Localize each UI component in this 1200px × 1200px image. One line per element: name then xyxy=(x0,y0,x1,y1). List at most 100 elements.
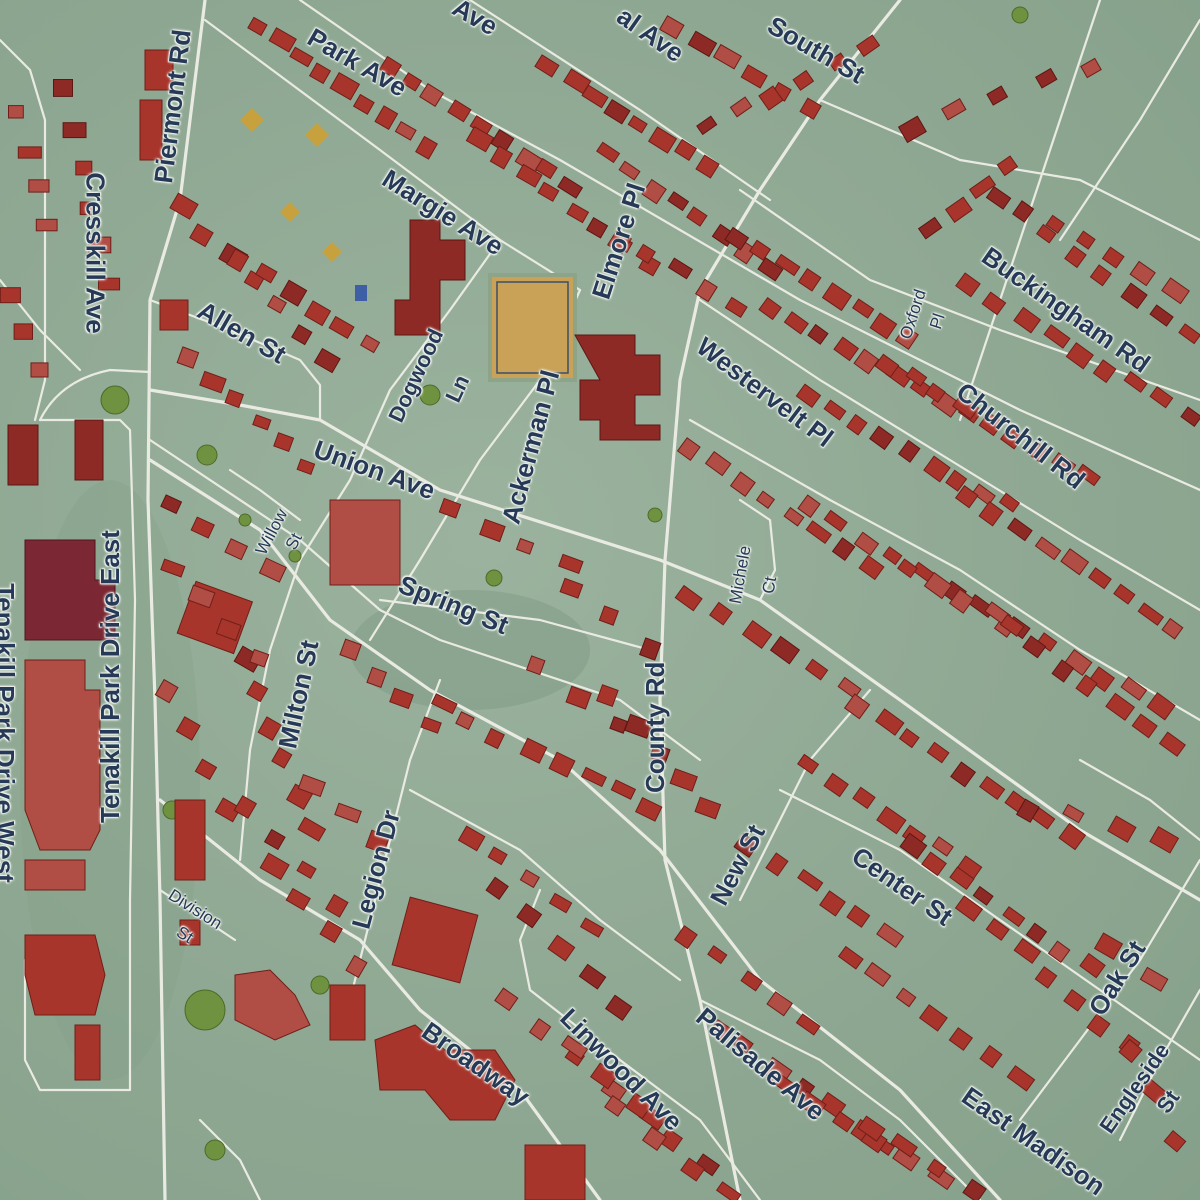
house[interactable] xyxy=(557,175,584,199)
house[interactable] xyxy=(558,553,584,574)
house[interactable] xyxy=(986,85,1009,106)
road[interactable] xyxy=(1058,18,1200,242)
house[interactable] xyxy=(268,27,297,53)
house[interactable] xyxy=(897,115,927,144)
house[interactable] xyxy=(918,1004,948,1032)
house[interactable] xyxy=(581,84,609,109)
house[interactable] xyxy=(1013,306,1042,334)
house[interactable] xyxy=(1163,1130,1187,1153)
house[interactable] xyxy=(1158,731,1186,757)
house[interactable] xyxy=(360,334,381,354)
house[interactable] xyxy=(876,805,907,835)
house[interactable] xyxy=(696,115,718,136)
house[interactable] xyxy=(823,399,847,421)
house[interactable] xyxy=(1129,260,1156,287)
house[interactable] xyxy=(1113,583,1136,605)
house[interactable] xyxy=(515,537,535,555)
house[interactable] xyxy=(709,601,733,626)
house[interactable] xyxy=(948,1027,974,1051)
house[interactable] xyxy=(729,96,753,118)
house[interactable] xyxy=(869,312,898,340)
house[interactable] xyxy=(712,43,743,70)
house[interactable] xyxy=(1047,940,1071,964)
house[interactable] xyxy=(1075,230,1096,250)
building[interactable] xyxy=(24,934,106,1016)
house[interactable] xyxy=(537,181,560,202)
house[interactable] xyxy=(1161,277,1190,305)
house[interactable] xyxy=(797,753,820,775)
house[interactable] xyxy=(821,282,853,312)
road[interactable] xyxy=(38,368,152,422)
house[interactable] xyxy=(559,577,584,599)
house[interactable] xyxy=(695,154,720,179)
house[interactable] xyxy=(394,121,417,141)
house[interactable] xyxy=(291,324,313,346)
house[interactable] xyxy=(978,500,1004,527)
house[interactable] xyxy=(707,945,728,965)
house[interactable] xyxy=(313,347,341,374)
house[interactable] xyxy=(578,963,607,990)
map-canvas[interactable]: Park Ave Ave al Ave South St Piermont Rd… xyxy=(0,0,1200,1200)
house[interactable] xyxy=(485,876,509,900)
road[interactable] xyxy=(1078,758,1200,842)
house[interactable] xyxy=(851,298,875,319)
house[interactable] xyxy=(819,890,846,917)
house[interactable] xyxy=(1180,406,1200,428)
house[interactable] xyxy=(627,115,648,134)
house[interactable] xyxy=(926,741,950,764)
house[interactable] xyxy=(1089,264,1112,287)
house[interactable] xyxy=(17,146,42,159)
house[interactable] xyxy=(534,54,560,78)
house[interactable] xyxy=(729,471,756,498)
house[interactable] xyxy=(740,970,764,992)
house[interactable] xyxy=(755,490,776,509)
house[interactable] xyxy=(635,796,663,822)
house[interactable] xyxy=(566,202,590,224)
house[interactable] xyxy=(954,895,984,922)
house[interactable] xyxy=(852,786,876,810)
house[interactable] xyxy=(190,516,215,539)
house[interactable] xyxy=(547,934,576,962)
house[interactable] xyxy=(823,772,849,798)
house[interactable] xyxy=(998,492,1021,513)
house[interactable] xyxy=(303,300,332,327)
house[interactable] xyxy=(876,922,905,948)
house[interactable] xyxy=(258,557,287,583)
house[interactable] xyxy=(1161,617,1184,640)
house[interactable] xyxy=(447,99,472,123)
house[interactable] xyxy=(667,257,693,280)
house[interactable] xyxy=(1012,200,1035,223)
house[interactable] xyxy=(863,961,892,988)
house[interactable] xyxy=(897,439,921,463)
house[interactable] xyxy=(1149,826,1180,854)
house[interactable] xyxy=(419,82,445,107)
house[interactable] xyxy=(189,223,214,248)
house[interactable] xyxy=(596,141,621,164)
house[interactable] xyxy=(252,414,272,431)
house[interactable] xyxy=(1035,67,1058,89)
house[interactable] xyxy=(748,239,772,261)
building[interactable] xyxy=(174,799,206,881)
house[interactable] xyxy=(797,868,824,892)
house[interactable] xyxy=(415,135,438,160)
house[interactable] xyxy=(263,828,286,851)
house[interactable] xyxy=(950,761,977,788)
house[interactable] xyxy=(805,520,833,544)
house[interactable] xyxy=(1120,282,1148,310)
house[interactable] xyxy=(882,546,903,566)
house[interactable] xyxy=(224,538,249,561)
house[interactable] xyxy=(985,185,1012,210)
house[interactable] xyxy=(325,893,349,918)
house[interactable] xyxy=(1178,323,1200,345)
house[interactable] xyxy=(319,919,343,944)
house[interactable] xyxy=(345,954,368,979)
house[interactable] xyxy=(176,346,200,369)
house[interactable] xyxy=(548,892,573,914)
house[interactable] xyxy=(898,727,920,749)
house[interactable] xyxy=(483,727,505,750)
house[interactable] xyxy=(1034,536,1062,561)
house[interactable] xyxy=(1087,567,1112,590)
house[interactable] xyxy=(897,558,918,579)
house[interactable] xyxy=(996,155,1019,177)
house[interactable] xyxy=(724,296,748,318)
